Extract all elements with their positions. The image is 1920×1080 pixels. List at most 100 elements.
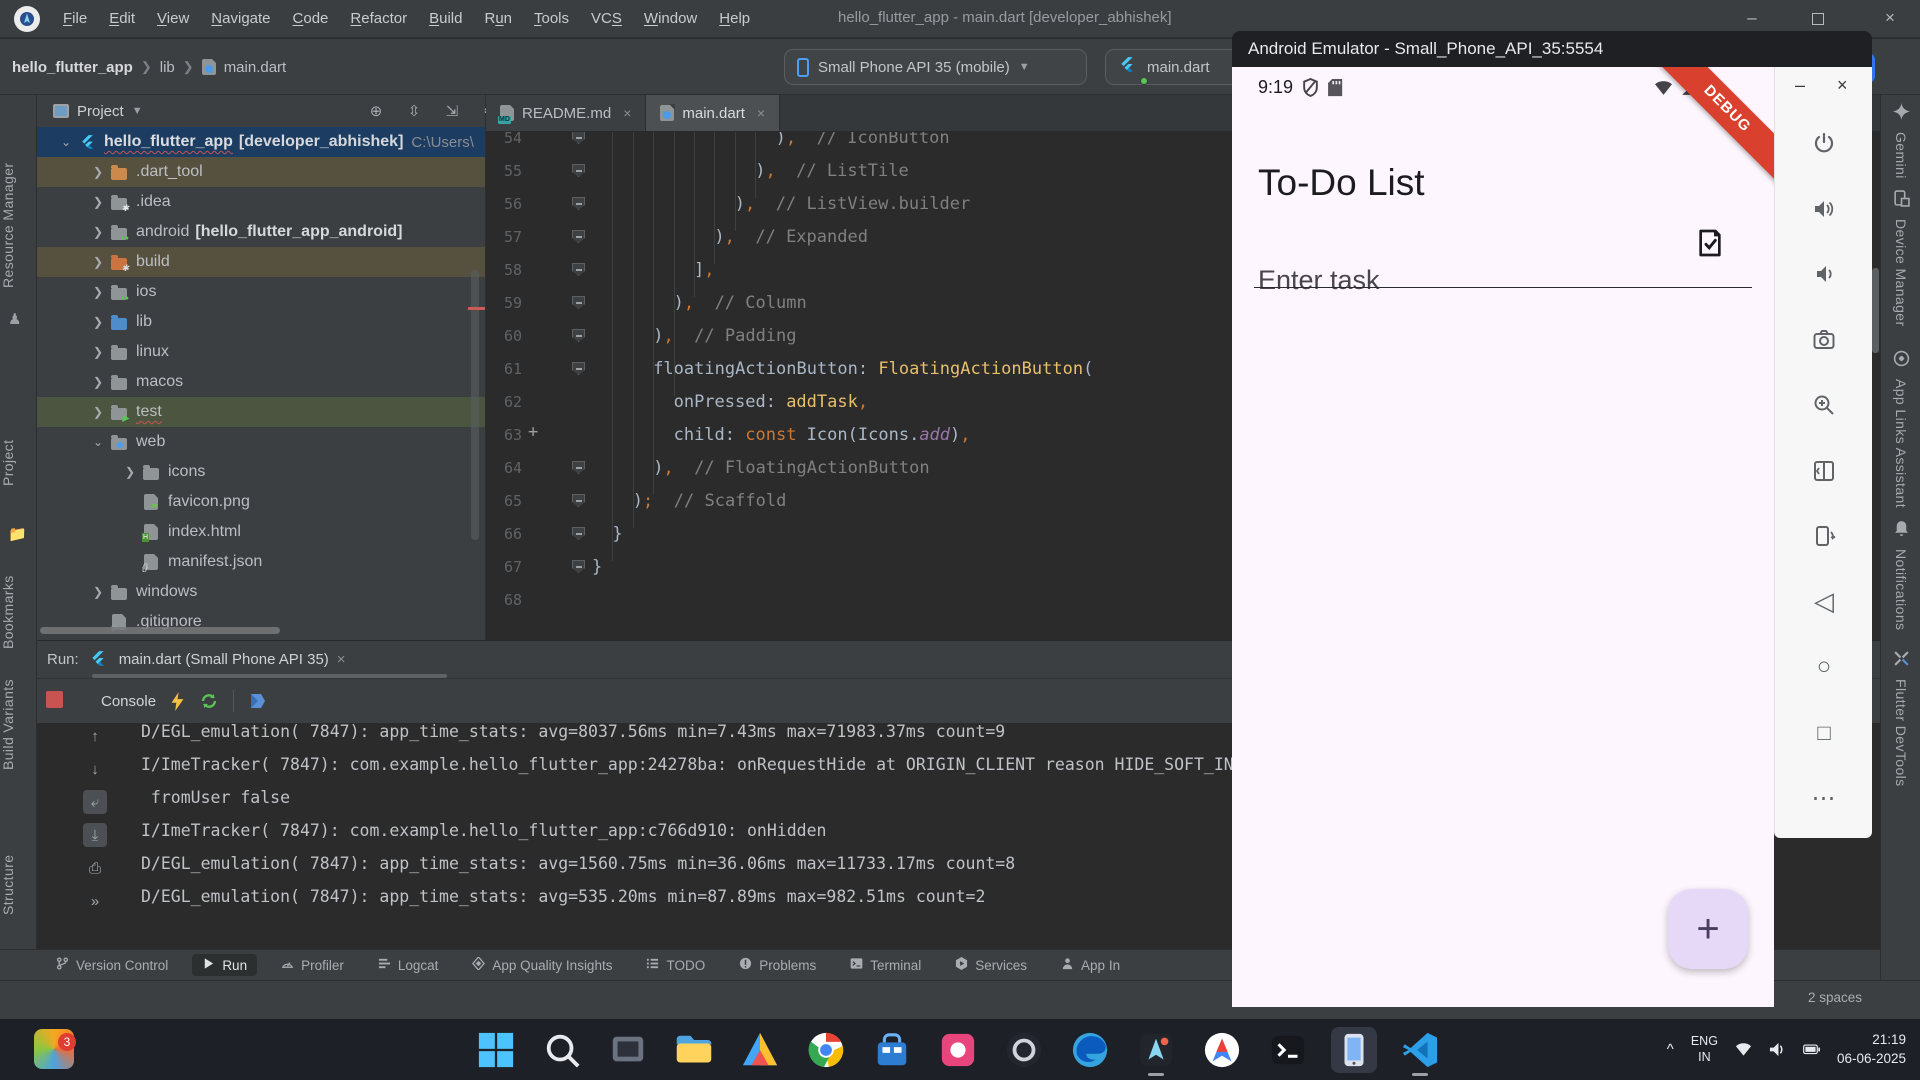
stripe-item-bookmarks[interactable]: Bookmarks — [0, 565, 37, 660]
task-input[interactable]: Enter task — [1258, 265, 1380, 296]
tree-item-hello_flutter_app[interactable]: ⌄ hello_flutter_app [developer_abhishek] C:… — [37, 127, 485, 157]
android-studio-icon[interactable] — [1133, 1027, 1179, 1073]
chevron-right-icon[interactable]: ❯ — [87, 345, 109, 359]
tree-item-web[interactable]: ⌄ web — [37, 427, 485, 457]
chevron-down-icon[interactable]: ⌄ — [55, 135, 77, 149]
language-indicator[interactable]: ENG IN — [1691, 1034, 1718, 1065]
menu-run[interactable]: Run — [473, 0, 523, 38]
up-arrow-icon[interactable]: ↑ — [83, 724, 107, 748]
breadcrumb-item[interactable]: hello_flutter_app — [12, 59, 133, 76]
soft-wrap-icon[interactable]: ⤶ — [83, 790, 107, 814]
fold-icon[interactable] — [1808, 455, 1840, 487]
stripe-item-project[interactable]: Project — [0, 405, 37, 520]
hot-restart-icon[interactable] — [199, 691, 219, 711]
fold-icon[interactable] — [572, 329, 585, 342]
stripe-item-structure[interactable]: Structure — [0, 835, 37, 935]
volume-up-icon[interactable] — [1808, 193, 1840, 225]
editor-scrollbar[interactable] — [1872, 268, 1879, 353]
down-arrow-icon[interactable]: ↓ — [83, 757, 107, 781]
chevron-right-icon[interactable]: ❯ — [87, 285, 109, 299]
stripe-item-app-links-assistant[interactable]: App Links Assistant — [1881, 350, 1920, 508]
fold-icon[interactable] — [572, 164, 585, 177]
camera-icon[interactable] — [1808, 324, 1840, 356]
more-chevrons-icon[interactable]: » — [83, 889, 107, 913]
tray-volume-icon[interactable] — [1769, 1041, 1786, 1058]
toolbar-logcat[interactable]: Logcat — [368, 954, 449, 976]
edge-icon[interactable] — [1067, 1027, 1113, 1073]
tree-item-linux[interactable]: ❯ linux — [37, 337, 485, 367]
tree-item-build[interactable]: ❯ ✱ build — [37, 247, 485, 277]
fold-icon[interactable] — [572, 362, 585, 375]
tree-item-ios[interactable]: ❯ ●● ios — [37, 277, 485, 307]
fold-icon[interactable] — [572, 461, 585, 474]
chrome-icon[interactable] — [803, 1027, 849, 1073]
emulator-title-bar[interactable]: Android Emulator - Small_Phone_API_35:55… — [1232, 31, 1872, 67]
stripe-item-device-manager[interactable]: Device Manager — [1881, 190, 1920, 327]
tray-expand-icon[interactable]: ^ — [1667, 1041, 1674, 1058]
tree-item-macos[interactable]: ❯ macos — [37, 367, 485, 397]
fold-icon[interactable] — [572, 263, 585, 276]
scroll-end-icon[interactable]: ⤓ — [83, 823, 107, 847]
tree-item-windows[interactable]: ❯ windows — [37, 577, 485, 607]
taskview-icon[interactable] — [605, 1027, 651, 1073]
chevron-right-icon[interactable]: ❯ — [87, 375, 109, 389]
clock[interactable]: 21:19 06-06-2025 — [1837, 1031, 1906, 1067]
collapse-all-icon[interactable]: ⇲ — [443, 102, 461, 120]
stripe-item-gemini[interactable]: Gemini — [1881, 103, 1920, 179]
chevron-down-icon[interactable]: ⌄ — [87, 435, 109, 449]
more-icon[interactable]: ⋯ — [1808, 782, 1840, 814]
fold-icon[interactable] — [572, 494, 585, 507]
tree-item-index.html[interactable]: Hindex.html — [37, 517, 485, 547]
stripe-item-notifications[interactable]: Notifications — [1881, 520, 1920, 630]
chevron-right-icon[interactable]: ❯ — [87, 585, 109, 599]
toolbar-version-control[interactable]: Version Control — [46, 954, 178, 976]
zoom-in-icon[interactable] — [1808, 389, 1840, 421]
task-check-icon[interactable] — [1694, 227, 1726, 259]
hot-reload-icon[interactable] — [170, 691, 185, 711]
photos-icon[interactable] — [737, 1027, 783, 1073]
dart-devtools-icon[interactable] — [248, 691, 268, 711]
device-selector[interactable]: Small Phone API 35 (mobile) ▼ — [784, 49, 1087, 85]
toolbar-run[interactable]: Run — [192, 954, 258, 976]
back-icon[interactable]: ◁ — [1808, 586, 1840, 618]
run-tab[interactable]: main.dart (Small Phone API 35) × — [119, 651, 346, 668]
menu-help[interactable]: Help — [708, 0, 761, 38]
volume-down-icon[interactable] — [1808, 258, 1840, 290]
toolbar-terminal[interactable]: Terminal — [840, 954, 931, 976]
tab-main.dart[interactable]: main.dart × — [646, 95, 781, 131]
chevron-right-icon[interactable]: ❯ — [87, 405, 109, 419]
rotate-icon[interactable] — [1808, 520, 1840, 552]
emulator-close-button[interactable]: × — [1837, 75, 1848, 96]
menu-window[interactable]: Window — [633, 0, 708, 38]
stripe-icon[interactable]: ♟ — [8, 310, 28, 330]
chevron-right-icon[interactable]: ❯ — [119, 465, 141, 479]
tree-item-test[interactable]: ❯ ▶ test — [37, 397, 485, 427]
explorer-icon[interactable] — [671, 1027, 717, 1073]
emulator-phone-icon[interactable] — [1331, 1027, 1377, 1073]
chevron-right-icon[interactable]: ❯ — [87, 165, 109, 179]
expand-all-icon[interactable]: ⇳ — [405, 102, 423, 120]
fold-icon[interactable] — [572, 560, 585, 573]
menu-tools[interactable]: Tools — [523, 0, 580, 38]
tree-item-manifest.json[interactable]: {} manifest.json — [37, 547, 485, 577]
menu-build[interactable]: Build — [418, 0, 473, 38]
home-icon[interactable]: ○ — [1808, 651, 1840, 683]
store-icon[interactable] — [869, 1027, 915, 1073]
overview-icon[interactable]: □ — [1808, 717, 1840, 749]
stop-button[interactable] — [46, 691, 63, 708]
google-app-icon[interactable] — [1199, 1027, 1245, 1073]
menu-file[interactable]: File — [52, 0, 98, 38]
toolbar-app-quality-insights[interactable]: App Quality Insights — [462, 954, 622, 976]
emulator-screen[interactable]: 9:19 DEBUG To-Do List Enter task + — [1232, 67, 1774, 1007]
tree-item-lib[interactable]: ❯ lib — [37, 307, 485, 337]
close-icon[interactable]: × — [757, 105, 765, 121]
chevron-right-icon[interactable]: ❯ — [87, 225, 109, 239]
dark-ring-icon[interactable] — [1001, 1027, 1047, 1073]
vscode-icon[interactable] — [1397, 1027, 1443, 1073]
pink-app-icon[interactable] — [935, 1027, 981, 1073]
stripe-item-build-variants[interactable]: Build Variants — [0, 665, 37, 785]
toolbar-profiler[interactable]: Profiler — [271, 954, 354, 976]
fold-icon[interactable] — [572, 296, 585, 309]
print-icon[interactable]: ⎙ — [83, 856, 107, 880]
project-panel-title[interactable]: Project — [77, 103, 124, 120]
